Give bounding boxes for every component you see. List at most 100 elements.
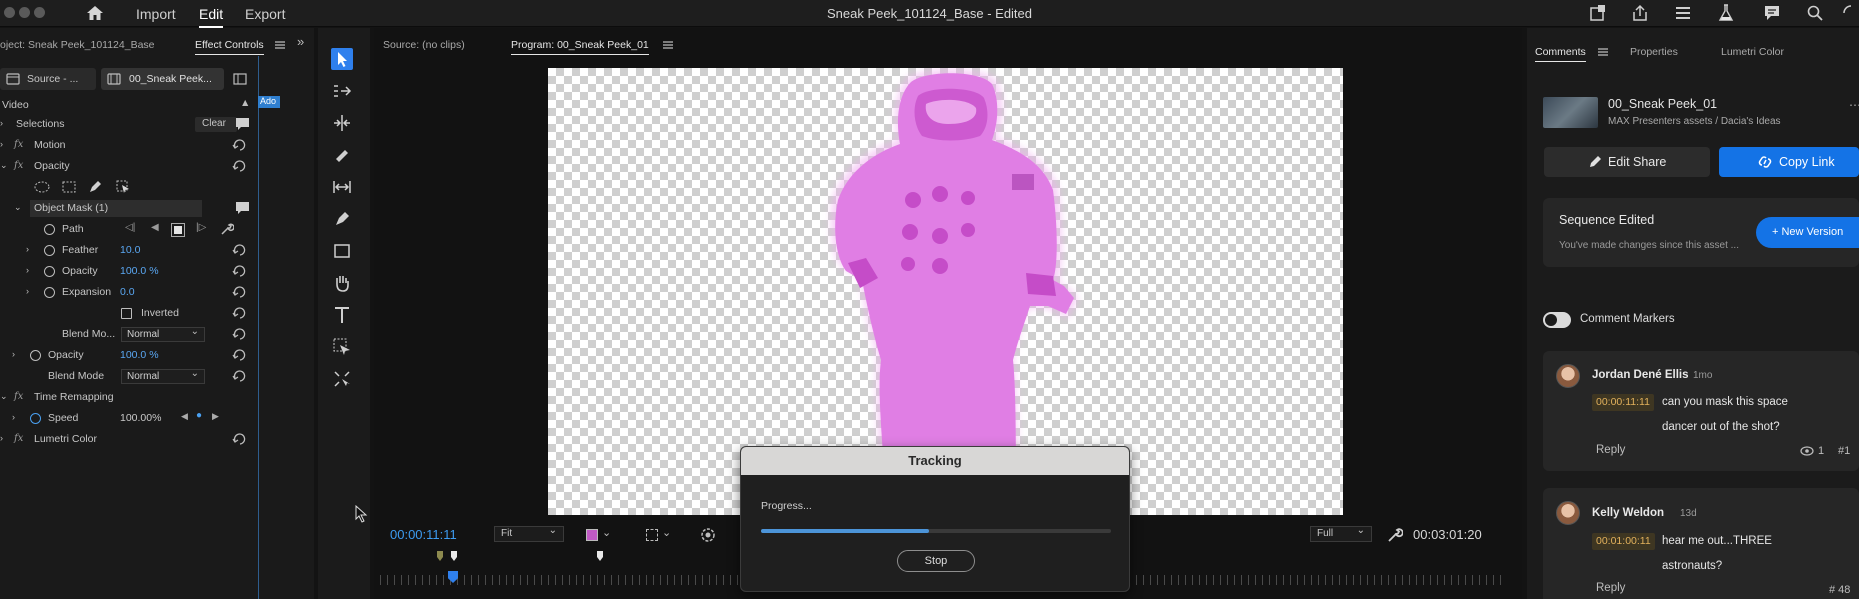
comment-markers-toggle[interactable] — [1543, 312, 1571, 328]
track-backward-one-icon[interactable]: ◁| — [125, 222, 135, 233]
new-version-button[interactable]: + New Version — [1756, 217, 1859, 248]
tab-properties[interactable]: Properties — [1630, 46, 1678, 58]
tab-source-monitor[interactable]: Source: (no clips) — [383, 39, 465, 51]
reset-expansion-icon[interactable] — [232, 286, 246, 298]
reset-opacity-value-icon[interactable] — [232, 349, 246, 361]
comments-menu-icon[interactable] — [1597, 47, 1609, 57]
prev-keyframe-icon[interactable]: ◀ — [181, 411, 188, 422]
mask-comment-icon[interactable] — [235, 201, 250, 215]
search-icon[interactable] — [1806, 4, 1824, 22]
speed-stopwatch-icon[interactable] — [30, 413, 41, 424]
selection-tool-icon[interactable] — [331, 48, 353, 70]
opacity-effect-row[interactable]: ⌄ fx Opacity — [0, 158, 255, 175]
video-section-header[interactable]: Video ▲ — [0, 97, 255, 114]
opacity-value[interactable]: 100.0 % — [120, 349, 159, 361]
program-menu-icon[interactable] — [662, 40, 674, 50]
tab-program-monitor[interactable]: Program: 00_Sneak Peek_01 — [511, 39, 649, 55]
tab-lumetri-color[interactable]: Lumetri Color — [1721, 46, 1784, 58]
pen-mask-icon[interactable] — [88, 180, 102, 194]
add-comment-icon[interactable] — [235, 117, 250, 131]
slip-tool-icon[interactable] — [331, 176, 353, 198]
comments-icon[interactable] — [1763, 4, 1781, 22]
quick-export-icon[interactable] — [1589, 4, 1607, 22]
ripple-edit-tool-icon[interactable] — [331, 112, 353, 134]
selections-row[interactable]: › Selections Clear — [0, 116, 255, 133]
reset-blend-mode-icon[interactable] — [232, 370, 246, 382]
program-current-timecode[interactable]: 00:00:11:11 — [390, 527, 457, 542]
share-icon[interactable] — [1631, 4, 1649, 22]
panel-overflow-icon[interactable]: » — [297, 34, 304, 49]
track-forward-one-icon[interactable]: |▷ — [196, 222, 206, 233]
tab-comments[interactable]: Comments — [1535, 46, 1586, 62]
reset-mask-blend-icon[interactable] — [232, 328, 246, 340]
window-zoom-icon[interactable] — [34, 7, 45, 18]
home-icon[interactable] — [86, 5, 104, 21]
mask-blend-dropdown[interactable]: Normal — [121, 326, 205, 342]
expansion-value[interactable]: 0.0 — [120, 286, 135, 298]
add-keyframe-icon[interactable]: ● — [196, 410, 202, 421]
reset-mask-opacity-icon[interactable] — [232, 265, 246, 277]
window-close-icon[interactable] — [4, 7, 15, 18]
time-remapping-row[interactable]: ⌄ fx Time Remapping — [0, 389, 255, 406]
reset-opacity-icon[interactable] — [232, 160, 246, 172]
asset-more-icon[interactable]: ⋯ — [1849, 98, 1859, 112]
reply-link[interactable]: Reply — [1596, 444, 1625, 456]
lumetri-effect-row[interactable]: › fx Lumetri Color — [0, 431, 255, 448]
mask-opacity-stopwatch-icon[interactable] — [44, 266, 55, 277]
clip-mini-bar[interactable]: Ado — [258, 96, 280, 108]
tab-effect-controls[interactable]: Effect Controls — [195, 39, 264, 55]
asset-thumbnail[interactable] — [1543, 97, 1598, 128]
menu-edit[interactable]: Edit — [199, 6, 224, 28]
razor-tool-icon[interactable] — [331, 144, 353, 166]
ellipse-mask-icon[interactable] — [34, 181, 50, 193]
hand-tool-icon[interactable] — [331, 272, 353, 294]
edit-share-button[interactable]: Edit Share — [1544, 147, 1710, 177]
opacity-stopwatch-icon[interactable] — [30, 350, 41, 361]
zoom-level-dropdown[interactable]: Fit — [494, 525, 564, 542]
panel-menu-icon[interactable] — [274, 40, 286, 50]
comment-card[interactable]: Jordan Dené Ellis 1mo 00:00:11:11 can yo… — [1543, 351, 1859, 471]
effect-playhead-line[interactable] — [258, 56, 259, 599]
stop-tracking-button[interactable] — [171, 223, 185, 237]
feather-stopwatch-icon[interactable] — [44, 245, 55, 256]
playback-resolution-dropdown[interactable]: Full — [1310, 525, 1372, 542]
reset-motion-icon[interactable] — [232, 139, 246, 151]
feather-value[interactable]: 10.0 — [120, 244, 140, 256]
speed-value[interactable]: 100.00% — [120, 412, 161, 424]
settings-gear-icon[interactable] — [700, 527, 716, 543]
generative-extend-tool-icon[interactable] — [331, 368, 353, 390]
object-mask-row[interactable]: ⌄ Object Mask (1) — [0, 200, 255, 217]
expansion-stopwatch-icon[interactable] — [44, 287, 55, 298]
workspaces-icon[interactable] — [1674, 4, 1692, 22]
object-mask-icon[interactable] — [116, 180, 130, 194]
reset-inverted-icon[interactable] — [232, 307, 246, 319]
sequence-clip-dropdown[interactable]: 00_Sneak Peek... — [101, 68, 224, 90]
pen-tool-icon[interactable] — [331, 208, 353, 230]
comment-timecode[interactable]: 00:01:00:11 — [1592, 533, 1655, 550]
tracking-settings-wrench-icon[interactable] — [220, 222, 234, 236]
copy-link-button[interactable]: Copy Link — [1719, 147, 1859, 177]
type-tool-icon[interactable] — [331, 304, 353, 326]
reset-feather-icon[interactable] — [232, 244, 246, 256]
object-selection-tool-icon[interactable] — [331, 336, 353, 358]
mask-opacity-value[interactable]: 100.0 % — [120, 265, 159, 277]
motion-effect-row[interactable]: › fx Motion — [0, 137, 255, 154]
blend-mode-dropdown[interactable]: Normal — [121, 368, 205, 384]
inverted-checkbox[interactable] — [121, 308, 132, 319]
comment-card[interactable]: Kelly Weldon 13d 00:01:00:11 hear me out… — [1543, 488, 1859, 599]
window-minimize-icon[interactable] — [19, 7, 30, 18]
path-stopwatch-icon[interactable] — [44, 224, 55, 235]
rectangle-tool-icon[interactable] — [331, 240, 353, 262]
source-clip-dropdown[interactable]: Source - ... — [0, 68, 96, 90]
rectangle-mask-icon[interactable] — [62, 181, 76, 193]
comment-timecode[interactable]: 00:00:11:11 — [1592, 394, 1654, 411]
track-backward-icon[interactable]: ◀ — [151, 222, 159, 233]
reply-link[interactable]: Reply — [1596, 582, 1625, 594]
wrench-settings-icon[interactable] — [1387, 527, 1403, 543]
beta-flask-icon[interactable] — [1717, 4, 1735, 22]
menu-export[interactable]: Export — [245, 6, 285, 22]
toggle-timeline-icon[interactable] — [233, 72, 247, 86]
stop-tracking-dialog-button[interactable]: Stop — [897, 550, 975, 572]
mask-overlay-toggle[interactable]: ⌄ — [584, 527, 614, 542]
next-keyframe-icon[interactable]: ▶ — [212, 411, 219, 422]
